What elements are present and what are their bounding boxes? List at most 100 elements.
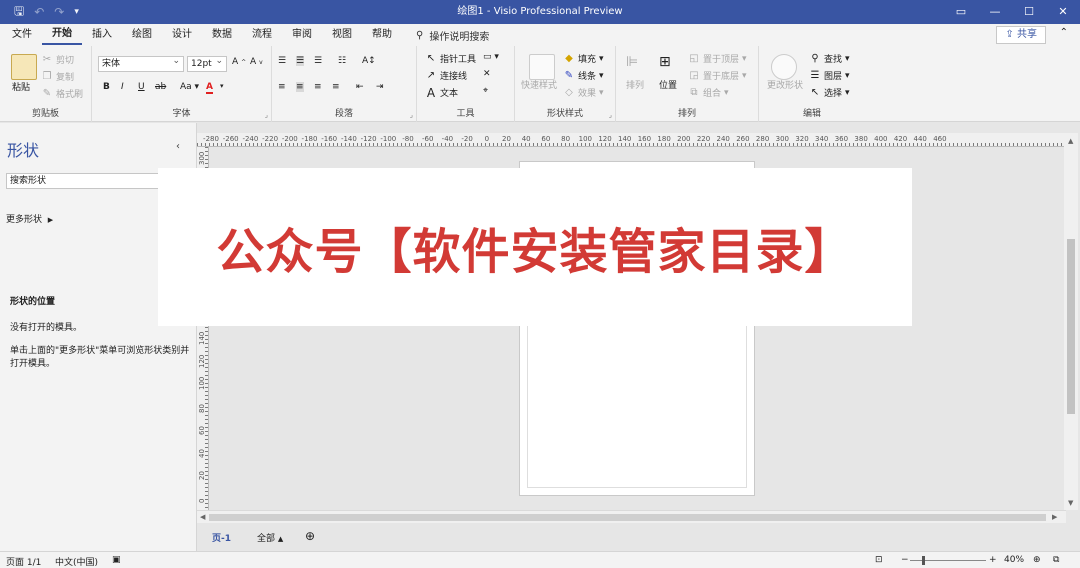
align-bottom-icon[interactable]: ☰ xyxy=(314,56,322,66)
more-shapes-hint-text: 单击上面的"更多形状"菜单可浏览形状类别并打开模具。 xyxy=(10,346,190,369)
connection-point-icon[interactable]: ⌖ xyxy=(483,86,488,96)
paragraph-dialog-launcher-icon[interactable]: ⌟ xyxy=(410,111,413,119)
undo-icon[interactable]: ↶ xyxy=(34,5,44,19)
shape-styles-dialog-launcher-icon[interactable]: ⌟ xyxy=(609,111,612,119)
pointer-tool-button[interactable]: ↖ 指针工具 xyxy=(425,52,476,66)
paste-icon[interactable] xyxy=(11,54,37,80)
group-button[interactable]: ⧉ 组合 ▾ xyxy=(688,86,728,100)
fit-page-icon[interactable]: ⊕ xyxy=(1033,555,1041,565)
fill-button[interactable]: ◆ 填充 ▾ xyxy=(563,52,603,66)
close-icon[interactable]: ✕ xyxy=(1046,0,1080,24)
paste-button[interactable]: 粘贴 xyxy=(12,80,30,93)
page-tab-1[interactable]: 页-1 xyxy=(212,531,231,544)
add-page-icon[interactable]: ⊕ xyxy=(305,529,315,543)
minimize-icon[interactable]: — xyxy=(978,0,1012,24)
vertical-scrollbar[interactable]: ▲ ▼ xyxy=(1064,133,1078,510)
increase-indent-icon[interactable]: ⇥ xyxy=(376,82,384,92)
align-center-icon[interactable]: ≡ xyxy=(296,82,304,92)
quick-styles-button[interactable]: 快速样式 xyxy=(521,78,557,91)
align-top-icon[interactable]: ☰ xyxy=(278,56,286,66)
maximize-icon[interactable]: ☐ xyxy=(1012,0,1046,24)
quick-styles-icon[interactable] xyxy=(529,54,555,80)
group-clipboard: 粘贴 ✂ 剪切 ❐ 复制 ✎ 格式刷 剪贴板 xyxy=(0,46,92,122)
align-middle-icon[interactable]: ☰ xyxy=(296,56,305,66)
select-button[interactable]: ↖ 选择 ▾ xyxy=(809,86,850,100)
zoom-level[interactable]: 40% xyxy=(1004,555,1024,565)
send-to-back-button[interactable]: ◲ 置于底层 ▾ xyxy=(688,69,746,83)
text-tool-button[interactable]: A 文本 xyxy=(425,86,458,100)
bold-icon[interactable]: B xyxy=(103,82,110,92)
font-size-select[interactable]: 12pt xyxy=(187,54,227,72)
align-button[interactable]: 排列 xyxy=(626,78,644,91)
connector-button[interactable]: ↗ 连接线 xyxy=(425,69,467,83)
tab-help[interactable]: 帮助 xyxy=(362,24,402,46)
font-color-dropdown-icon[interactable]: ▾ xyxy=(220,82,224,90)
copy-button[interactable]: ❐ 复制 xyxy=(41,70,75,84)
strikethrough-icon[interactable]: ab xyxy=(155,82,166,92)
position-button[interactable]: 位置 xyxy=(659,78,677,91)
scroll-right-icon[interactable]: ▶ xyxy=(1052,513,1057,521)
align-shapes-icon[interactable]: ⊫ xyxy=(626,54,638,70)
font-dialog-launcher-icon[interactable]: ⌟ xyxy=(265,111,268,119)
shrink-font-icon[interactable]: Av xyxy=(250,57,263,67)
cut-button[interactable]: ✂ 剪切 xyxy=(41,53,74,67)
collapse-pane-icon[interactable]: ‹ xyxy=(176,141,180,152)
horizontal-scrollbar[interactable]: ◀ ▶ xyxy=(197,510,1066,523)
underline-icon[interactable]: U xyxy=(138,82,145,92)
horizontal-scroll-thumb[interactable] xyxy=(209,514,1046,521)
zoom-in-icon[interactable]: + xyxy=(989,555,997,565)
redo-icon[interactable]: ↷ xyxy=(54,5,64,19)
tab-file[interactable]: 文件 xyxy=(2,24,42,46)
decrease-indent-icon[interactable]: ⇤ xyxy=(356,82,364,92)
macro-record-icon[interactable]: ▣ xyxy=(112,555,121,565)
scroll-down-icon[interactable]: ▼ xyxy=(1068,499,1073,507)
font-color-icon[interactable]: A xyxy=(206,82,213,94)
italic-icon[interactable]: I xyxy=(121,82,124,92)
layers-button[interactable]: ☰ 图层 ▾ xyxy=(809,69,850,83)
justify-icon[interactable]: ≡ xyxy=(332,82,340,92)
grow-font-icon[interactable]: A ^ xyxy=(232,57,246,67)
align-left-icon[interactable]: ≡ xyxy=(278,82,286,92)
rectangle-icon[interactable]: ▭ ▾ xyxy=(483,52,499,62)
share-button[interactable]: ⇪ 共享 xyxy=(996,26,1046,44)
find-button[interactable]: ⚲ 查找 ▾ xyxy=(809,52,849,66)
page-number-status[interactable]: 页面 1/1 xyxy=(6,555,41,568)
scroll-up-icon[interactable]: ▲ xyxy=(1068,137,1073,145)
all-pages-tab[interactable]: 全部 ▲ xyxy=(257,531,283,544)
format-painter-button[interactable]: ✎ 格式刷 xyxy=(41,87,83,101)
line-button[interactable]: ✎ 线条 ▾ xyxy=(563,69,604,83)
font-name-select[interactable]: 宋体 xyxy=(98,54,184,72)
more-shapes-menu[interactable]: 更多形状 ▶ xyxy=(6,212,53,225)
bullets-icon[interactable]: ☷ xyxy=(338,56,346,66)
change-case-icon[interactable]: Aa ▾ xyxy=(180,82,199,92)
ribbon-display-icon[interactable]: ▭ xyxy=(944,0,978,24)
line-x-icon[interactable]: ✕ xyxy=(483,69,491,79)
save-icon[interactable]: 🖫 xyxy=(14,2,24,23)
tab-process[interactable]: 流程 xyxy=(242,24,282,46)
zoom-out-icon[interactable]: − xyxy=(901,555,909,565)
tab-home[interactable]: 开始 xyxy=(42,25,82,45)
tab-design[interactable]: 设计 xyxy=(162,24,202,46)
collapse-ribbon-icon[interactable]: ⌃ xyxy=(1060,27,1068,38)
bring-to-front-button[interactable]: ◱ 置于顶层 ▾ xyxy=(688,52,746,66)
text-direction-icon[interactable]: A↕ xyxy=(362,56,376,66)
presentation-mode-icon[interactable]: ⊡ xyxy=(875,555,883,565)
tell-me-search[interactable]: ⚲ 操作说明搜索 xyxy=(416,28,489,43)
effects-button[interactable]: ◇ 效果 ▾ xyxy=(563,86,603,100)
change-shape-button[interactable]: 更改形状 xyxy=(767,78,803,91)
align-right-icon[interactable]: ≡ xyxy=(314,82,322,92)
change-shape-icon[interactable] xyxy=(771,54,797,80)
switch-windows-icon[interactable]: ⧉ xyxy=(1053,555,1059,565)
language-status[interactable]: 中文(中国) xyxy=(55,555,98,568)
tab-draw[interactable]: 绘图 xyxy=(122,24,162,46)
vertical-scroll-thumb[interactable] xyxy=(1067,239,1075,414)
tab-data[interactable]: 数据 xyxy=(202,24,242,46)
tab-review[interactable]: 审阅 xyxy=(282,24,322,46)
zoom-slider-thumb[interactable] xyxy=(922,556,925,565)
tab-insert[interactable]: 插入 xyxy=(82,24,122,46)
scroll-left-icon[interactable]: ◀ xyxy=(200,513,205,521)
select-icon: ↖ xyxy=(810,86,820,98)
position-icon[interactable]: ⊞ xyxy=(659,54,671,70)
tab-view[interactable]: 视图 xyxy=(322,24,362,46)
customize-icon[interactable]: ▾ xyxy=(74,7,79,17)
